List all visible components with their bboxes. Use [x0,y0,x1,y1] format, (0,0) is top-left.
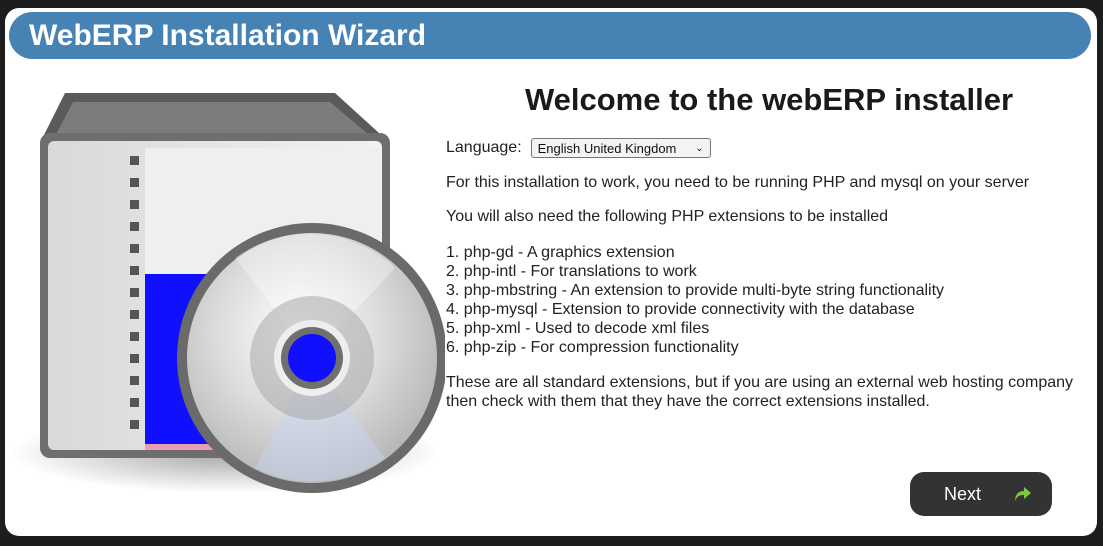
language-select[interactable]: English United Kingdom ⌄ [530,138,711,158]
page-title: WebERP Installation Wizard [9,12,1091,59]
hosting-note-line-2: then check with them that they have the … [446,393,930,410]
software-install-icon [5,78,447,518]
list-item: 6. php-zip - For compression functionali… [446,339,739,356]
chevron-down-icon: ⌄ [695,142,704,154]
list-item: 4. php-mysql - Extension to provide conn… [446,301,915,318]
requirements-text: For this installation to work, you need … [446,174,1030,191]
hosting-note-line-1: These are all standard extensions, but i… [446,374,1074,391]
welcome-content: Welcome to the webERP installer Language… [446,78,1086,411]
language-select-value: English United Kingdom [537,140,677,156]
language-label: Language: [446,139,522,156]
list-item: 5. php-xml - Used to decode xml files [446,320,710,337]
extensions-intro-text: You will also need the following PHP ext… [446,208,889,225]
arrow-forward-icon [1012,484,1032,509]
list-item: 1. php-gd - A graphics extension [446,244,675,261]
language-row: Language: English United Kingdom ⌄ [446,137,1086,159]
extensions-list: 1. php-gd - A graphics extension 2. php-… [446,243,1086,357]
installer-window: WebERP Installation Wizard Welcome to th… [5,8,1097,536]
list-item: 3. php-mbstring - An extension to provid… [446,282,945,299]
welcome-heading: Welcome to the webERP installer [524,82,1014,117]
hosting-note-text: These are all standard extensions, but i… [446,373,1086,411]
list-item: 2. php-intl - For translations to work [446,263,697,280]
next-button-label: Next [944,483,982,504]
next-button[interactable]: Next [910,472,1052,516]
